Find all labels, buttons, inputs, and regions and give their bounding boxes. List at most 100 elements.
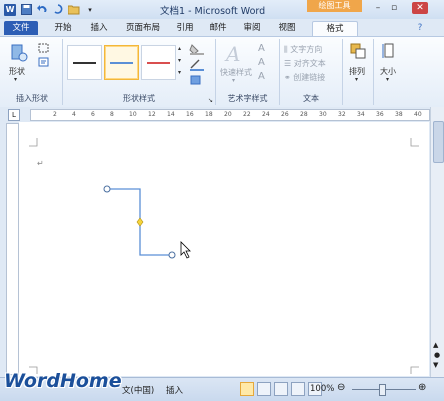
ruler-tick-label: 12	[148, 111, 156, 118]
group-size: 大小 ▾	[374, 39, 404, 105]
shape-outline-icon[interactable]	[189, 59, 207, 74]
ruler-tick-label: 18	[205, 111, 213, 118]
vertical-scrollbar[interactable]: ▲ ● ▼	[430, 107, 444, 377]
shape-style-blue[interactable]	[104, 45, 139, 80]
svg-text:A: A	[224, 42, 240, 64]
status-language[interactable]: 文(中国)	[122, 384, 154, 396]
ruler-tick-label: 4	[72, 111, 76, 118]
shape-effects-icon[interactable]	[189, 74, 207, 89]
status-insert-mode[interactable]: 插入	[166, 384, 183, 396]
shape-fill-icon[interactable]	[189, 43, 207, 58]
quick-access-toolbar: W ▾	[4, 3, 100, 16]
create-link-label: 创建链接	[293, 73, 326, 82]
outline-view-icon[interactable]	[291, 382, 305, 396]
styles-more-icon[interactable]: ▾	[178, 69, 181, 76]
ruler-tick-label: 22	[243, 111, 251, 118]
zoom-in-icon[interactable]: ⊕	[418, 382, 426, 393]
quick-styles-button[interactable]: 快速样式	[220, 67, 252, 78]
title-bar: W ▾ 文档1 - Microsoft Word 绘图工具 – ▫ ✕	[0, 0, 444, 19]
tab-page-layout[interactable]: 页面布局	[120, 21, 166, 35]
style-line-red	[147, 62, 170, 64]
group-label-shape-styles: 形状样式	[123, 94, 155, 103]
ruler-tick-label: 8	[110, 111, 114, 118]
full-screen-reading-view-icon[interactable]	[257, 382, 271, 396]
size-dropdown-icon[interactable]: ▾	[386, 76, 389, 83]
connector-start-handle	[103, 185, 111, 193]
styles-scroll-down-icon[interactable]: ▾	[178, 57, 181, 64]
tab-view[interactable]: 视图	[272, 21, 302, 35]
group-label-text: 文本	[303, 94, 319, 103]
browse-object-icon[interactable]: ●	[434, 351, 440, 359]
tab-review[interactable]: 审阅	[238, 21, 266, 35]
tab-file[interactable]: 文件	[4, 21, 38, 35]
styles-scroll-up-icon[interactable]: ▴	[178, 45, 181, 52]
print-layout-view-icon[interactable]	[240, 382, 254, 396]
minimize-icon[interactable]: –	[372, 2, 384, 14]
shape-style-black[interactable]	[67, 45, 102, 80]
wordart-a-icon: A	[224, 42, 246, 67]
save-icon[interactable]	[20, 4, 32, 16]
horizontal-ruler[interactable]: L 2 4 6 8 10 12 14 16 18 20 22 24 26 28 30 32 34 36 38 40	[0, 107, 444, 121]
previous-page-icon[interactable]: ▲	[433, 341, 438, 349]
ruler-tick-label: 26	[281, 111, 289, 118]
ruler-tick-label: 6	[91, 111, 95, 118]
elbow-connector[interactable]	[103, 185, 176, 259]
group-arrange: 排列 ▾	[343, 39, 374, 105]
group-shape-styles: ▴ ▾ ▾ 形状样式 ↘	[63, 39, 216, 105]
tab-selector-icon[interactable]: L	[8, 109, 20, 121]
open-folder-icon[interactable]	[68, 4, 80, 16]
ruler-tick-label: 14	[167, 111, 175, 118]
align-text-button[interactable]: ☰ 对齐文本	[284, 58, 326, 69]
arrange-icon	[350, 43, 366, 62]
mouse-cursor-icon	[180, 241, 191, 259]
quick-styles-dropdown-icon[interactable]: ▾	[232, 77, 235, 84]
text-direction-button[interactable]: ⫼ 文字方向	[284, 44, 322, 55]
ruler-tick-label: 10	[129, 111, 137, 118]
redo-icon[interactable]	[52, 4, 64, 16]
tab-mailings[interactable]: 邮件	[204, 21, 232, 35]
zoom-out-icon[interactable]: ⊖	[337, 382, 345, 393]
shape-styles-launcher-icon[interactable]: ↘	[208, 97, 213, 104]
shape-style-red[interactable]	[141, 45, 176, 80]
ruler-tick-label: 2	[53, 111, 57, 118]
page-canvas: ↵	[29, 138, 419, 374]
help-icon[interactable]: ?	[414, 21, 426, 35]
svg-text:↵: ↵	[37, 159, 44, 168]
maximize-icon[interactable]: ▫	[388, 2, 400, 14]
shapes-icon	[10, 43, 28, 66]
text-outline-icon[interactable]: A	[258, 57, 265, 68]
ruler-tick-label: 34	[357, 111, 365, 118]
customize-toolbar-icon[interactable]: ▾	[84, 4, 96, 16]
group-wordart-styles: A 快速样式 ▾ A A A 艺术字样式	[216, 39, 280, 105]
undo-icon[interactable]	[36, 4, 48, 16]
word-app-icon[interactable]: W	[4, 3, 16, 16]
ribbon-panel: 形状 ▾ 插入形状 ▴ ▾ ▾ 形状样式 ↘ A 快速样式 ▾ A A A 艺术…	[0, 36, 444, 108]
vertical-ruler[interactable]	[6, 123, 19, 375]
text-box-icon[interactable]	[38, 57, 50, 71]
group-insert-shapes: 形状 ▾ 插入形状	[2, 39, 63, 105]
tab-home[interactable]: 开始	[48, 21, 78, 35]
ruler-tick-label: 20	[224, 111, 232, 118]
web-layout-view-icon[interactable]	[274, 382, 288, 396]
group-text: ⫼ 文字方向 ☰ 对齐文本 ⚭ 创建链接 文本	[280, 39, 343, 105]
edit-shape-icon[interactable]	[38, 43, 50, 57]
next-page-icon[interactable]: ▼	[433, 361, 438, 369]
tab-format[interactable]: 格式	[312, 21, 358, 36]
create-link-button[interactable]: ⚭ 创建链接	[284, 72, 325, 83]
text-fill-icon[interactable]: A	[258, 43, 265, 54]
arrange-dropdown-icon[interactable]: ▾	[355, 76, 358, 83]
style-line-black	[73, 62, 96, 64]
close-icon[interactable]: ✕	[412, 2, 428, 14]
window-title: 文档1 - Microsoft Word	[160, 6, 266, 17]
zoom-level[interactable]: 100%	[310, 384, 334, 394]
document-page[interactable]: ↵	[19, 122, 429, 376]
scrollbar-thumb[interactable]	[433, 121, 444, 163]
style-line-blue	[110, 62, 133, 64]
ruler-tick-label: 28	[300, 111, 308, 118]
tab-references[interactable]: 引用	[172, 21, 198, 35]
tab-insert[interactable]: 插入	[84, 21, 114, 35]
text-effects-icon[interactable]: A	[258, 71, 265, 82]
zoom-slider-thumb[interactable]	[379, 384, 386, 396]
shapes-dropdown-icon[interactable]: ▾	[14, 76, 17, 83]
group-label-insert-shapes: 插入形状	[16, 94, 48, 103]
